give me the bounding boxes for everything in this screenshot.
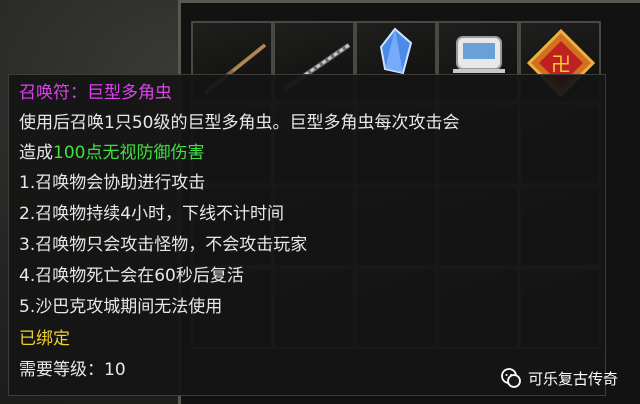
rule-line-1: 1.召唤物会协助进行攻击 — [19, 173, 206, 193]
watermark: 可乐复古传奇 — [500, 366, 618, 390]
damage-highlight: 100点无视防御伤害 — [53, 143, 205, 163]
watermark-text: 可乐复古传奇 — [528, 369, 619, 388]
level-requirement: 需要等级：10 — [19, 360, 126, 380]
bound-status: 已绑定 — [19, 329, 70, 349]
rule-line-4: 4.召唤物死亡会在60秒后复活 — [19, 266, 244, 286]
svg-text:卍: 卍 — [551, 52, 571, 76]
description-prefix: 造成 — [19, 143, 53, 163]
item-title: 召唤符：巨型多角虫 — [19, 83, 172, 103]
rule-line-2: 2.召唤物持续4小时，下线不计时间 — [19, 204, 285, 224]
item-tooltip: 召唤符：巨型多角虫 使用后召唤1只50级的巨型多角虫。巨型多角虫每次攻击会 造成… — [8, 74, 606, 396]
rule-line-5: 5.沙巴克攻城期间无法使用 — [19, 297, 223, 317]
item-description-line-2: 造成100点无视防御伤害 — [19, 143, 204, 163]
item-description-line-1: 使用后召唤1只50级的巨型多角虫。巨型多角虫每次攻击会 — [19, 113, 460, 133]
rule-line-3: 3.召唤物只会攻击怪物，不会攻击玩家 — [19, 235, 308, 255]
wechat-icon — [501, 368, 521, 388]
